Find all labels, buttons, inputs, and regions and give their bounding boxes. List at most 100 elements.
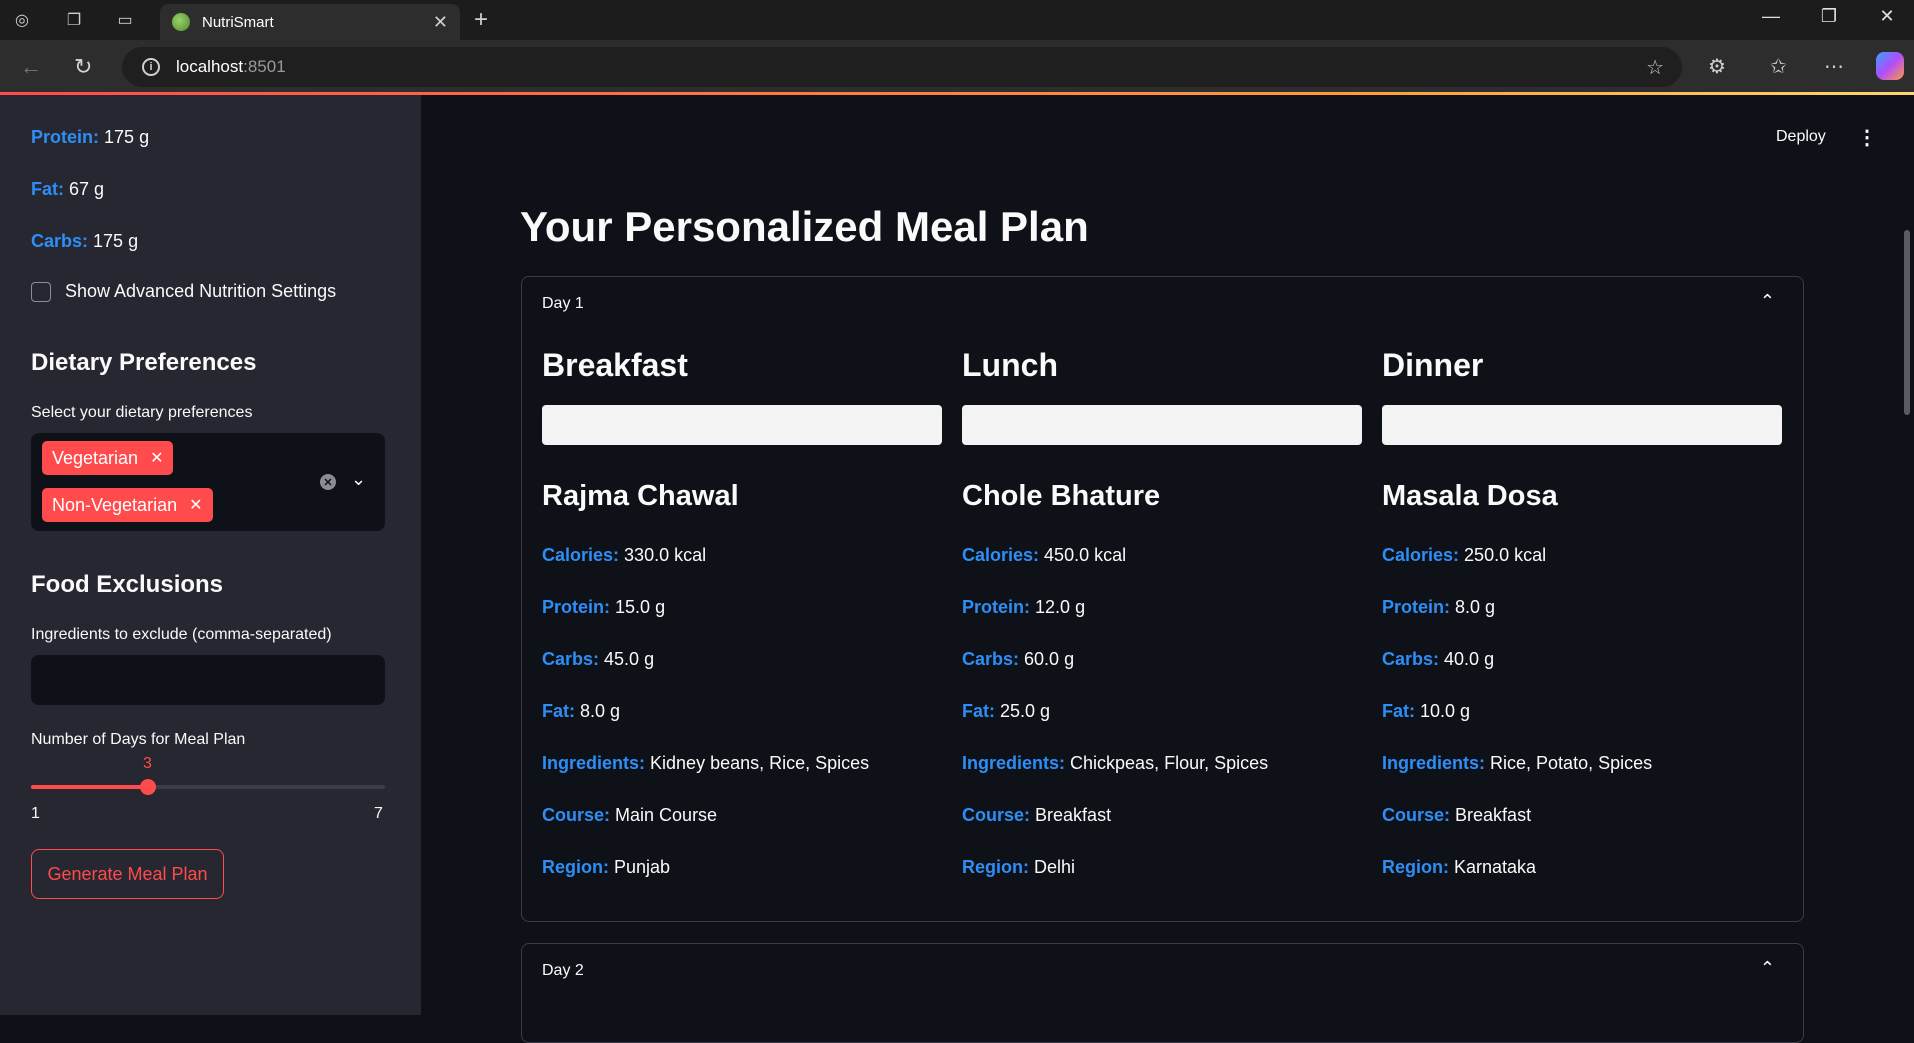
fact-course: Course: Main Course (542, 805, 717, 826)
copilot-icon[interactable] (1876, 52, 1904, 80)
fact-carbs: Carbs: 60.0 g (962, 649, 1074, 670)
chevron-down-icon[interactable]: ⌄ (351, 469, 366, 490)
slider-thumb[interactable] (140, 779, 156, 795)
fact-protein: Protein: 15.0 g (542, 597, 665, 618)
window-close-icon[interactable]: ✕ (1864, 6, 1910, 27)
fact-value: 8.0 g (1455, 597, 1496, 617)
url-host: localhost (176, 57, 244, 76)
days-slider-value: 3 (143, 755, 152, 772)
fact-label: Fat: (962, 701, 995, 721)
fact-label: Course: (542, 805, 611, 825)
expander-header[interactable]: Day 1 (542, 295, 584, 313)
chevron-up-icon[interactable]: ⌃ (1760, 958, 1775, 979)
page-scrollbar[interactable] (1904, 230, 1910, 415)
back-icon[interactable]: ← (20, 54, 42, 80)
site-info-icon[interactable]: i (142, 58, 160, 76)
advanced-nutrition-label: Show Advanced Nutrition Settings (65, 281, 337, 301)
fact-ingredients: Ingredients: Rice, Potato, Spices (1382, 753, 1652, 774)
fact-value: 25.0 g (1000, 701, 1051, 721)
day-expander: Day 1 ⌃ Breakfast Rajma Chawal Calories:… (521, 276, 1804, 922)
fact-value: 45.0 g (604, 649, 655, 669)
fact-fat: Fat: 10.0 g (1382, 701, 1470, 722)
fact-label: Region: (962, 857, 1029, 877)
extensions-icon[interactable]: ⚙ (1708, 54, 1726, 79)
fact-protein: Protein: 8.0 g (1382, 597, 1495, 618)
meal-image-placeholder (962, 405, 1362, 445)
new-tab-icon[interactable]: + (474, 6, 488, 34)
restore-icon[interactable]: ❐ (1806, 6, 1852, 27)
fact-value: Main Course (615, 805, 718, 825)
fact-value: 330.0 kcal (624, 545, 707, 565)
reload-icon[interactable]: ↻ (74, 54, 92, 80)
dish-name: Masala Dosa (1382, 480, 1558, 512)
fact-value: 60.0 g (1024, 649, 1075, 669)
advanced-nutrition-checkbox-row[interactable]: Show Advanced Nutrition Settings (31, 281, 336, 302)
browser-profile-icon[interactable]: ◎ (10, 8, 34, 32)
exclusions-label: Ingredients to exclude (comma-separated) (31, 626, 332, 643)
chip-remove-icon[interactable]: ✕ (189, 495, 202, 515)
browser-tab[interactable]: NutriSmart ✕ (160, 4, 460, 40)
target-label: Carbs: (31, 231, 89, 251)
kebab-menu-icon[interactable]: ⋮ (1857, 125, 1877, 150)
chip-non-vegetarian[interactable]: Non-Vegetarian ✕ (42, 488, 213, 522)
fact-protein: Protein: 12.0 g (962, 597, 1085, 618)
tab-actions-icon[interactable]: ▭ (113, 8, 137, 32)
expander-header[interactable]: Day 2 (542, 962, 584, 980)
meal-heading: Breakfast (542, 347, 688, 383)
fact-value: 8.0 g (580, 701, 621, 721)
fact-value: Breakfast (1455, 805, 1532, 825)
target-value: 175 g (104, 127, 150, 147)
fact-region: Region: Karnataka (1382, 857, 1536, 878)
chip-remove-icon[interactable]: ✕ (150, 448, 163, 468)
generate-meal-plan-button[interactable]: Generate Meal Plan (31, 849, 224, 899)
favorites-icon[interactable]: ✩ (1770, 54, 1787, 79)
days-slider-label: Number of Days for Meal Plan (31, 731, 246, 748)
fact-label: Carbs: (1382, 649, 1440, 669)
fact-calories: Calories: 250.0 kcal (1382, 545, 1546, 566)
fact-label: Ingredients: (1382, 753, 1486, 773)
fact-value: 15.0 g (615, 597, 666, 617)
fact-value: Kidney beans, Rice, Spices (650, 753, 870, 773)
fact-value: 40.0 g (1444, 649, 1495, 669)
workspaces-icon[interactable]: ❐ (62, 8, 86, 32)
deploy-button[interactable]: Deploy (1776, 128, 1826, 146)
chevron-up-icon[interactable]: ⌃ (1760, 291, 1775, 312)
chip-label: Non-Vegetarian (52, 494, 178, 515)
target-carbs: Carbs: 175 g (31, 231, 138, 252)
url-field[interactable]: i localhost :8501 ☆ (122, 47, 1682, 87)
days-slider[interactable] (31, 779, 385, 795)
fact-label: Carbs: (962, 649, 1020, 669)
close-tab-icon[interactable]: ✕ (433, 12, 448, 33)
dietary-multiselect[interactable]: Vegetarian ✕ Non-Vegetarian ✕ ✕ ⌄ (31, 433, 385, 531)
more-options-icon[interactable]: ⋯ (1824, 54, 1844, 79)
exclusions-input[interactable] (31, 655, 385, 705)
fact-label: Fat: (542, 701, 575, 721)
fact-value: Chickpeas, Flour, Spices (1070, 753, 1269, 773)
fact-label: Calories: (962, 545, 1040, 565)
advanced-nutrition-checkbox[interactable] (31, 281, 51, 302)
fact-value: Karnataka (1454, 857, 1537, 877)
fact-label: Course: (1382, 805, 1451, 825)
target-fat: Fat: 67 g (31, 179, 104, 200)
day-expander: Day 2 ⌃ (521, 943, 1804, 1043)
fact-label: Protein: (962, 597, 1031, 617)
fact-label: Carbs: (542, 649, 600, 669)
page-title: Your Personalized Meal Plan (520, 203, 1089, 250)
fact-label: Protein: (1382, 597, 1451, 617)
favorite-star-icon[interactable]: ☆ (1646, 55, 1664, 80)
fact-carbs: Carbs: 40.0 g (1382, 649, 1494, 670)
slider-min: 1 (31, 805, 40, 822)
fact-ingredients: Ingredients: Kidney beans, Rice, Spices (542, 753, 869, 774)
slider-fill (31, 785, 148, 789)
fact-label: Protein: (542, 597, 611, 617)
tab-title: NutriSmart (202, 13, 274, 31)
clear-all-icon[interactable]: ✕ (320, 474, 336, 490)
fact-ingredients: Ingredients: Chickpeas, Flour, Spices (962, 753, 1268, 774)
meal-column-dinner: Dinner Masala Dosa Calories: 250.0 kcal … (1382, 347, 1782, 877)
fact-label: Calories: (542, 545, 620, 565)
meal-image-placeholder (542, 405, 942, 445)
minimize-icon[interactable]: — (1748, 6, 1794, 27)
chip-vegetarian[interactable]: Vegetarian ✕ (42, 441, 174, 475)
favicon-icon (172, 13, 190, 31)
chip-label: Vegetarian (52, 447, 139, 468)
